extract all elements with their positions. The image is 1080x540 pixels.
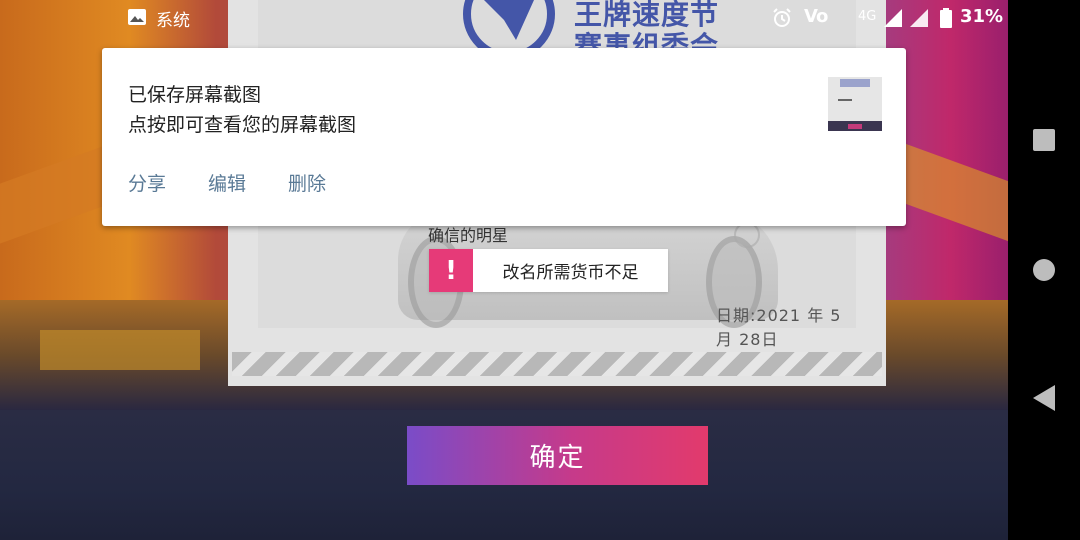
- volte-indicator: Vo: [804, 6, 828, 27]
- edit-button[interactable]: 编辑: [208, 169, 246, 196]
- notification-actions: 分享 编辑 删除: [128, 169, 326, 196]
- recents-button[interactable]: [1008, 110, 1080, 170]
- status-bar: 系统 Vo 4G 31%: [0, 0, 1010, 36]
- screenshot-notification[interactable]: 已保存屏幕截图 点按即可查看您的屏幕截图 分享 编辑 删除: [102, 48, 906, 226]
- error-toast: ! 改名所需货币不足: [429, 249, 668, 292]
- signal-icon: [884, 9, 902, 27]
- certificate-date: 日期:2021 年 5月 28日: [716, 306, 842, 349]
- confirm-button[interactable]: 确定: [407, 426, 708, 485]
- status-app-name: 系统: [156, 11, 190, 31]
- home-icon: [1033, 259, 1055, 281]
- image-icon: [128, 9, 146, 25]
- network-type: 4G: [858, 9, 877, 24]
- warning-icon: !: [429, 249, 473, 292]
- battery-percent: 31%: [960, 6, 1004, 27]
- delete-button[interactable]: 删除: [288, 169, 326, 196]
- battery-icon: [940, 8, 952, 28]
- back-icon: [1033, 385, 1055, 411]
- signal-icon: [910, 9, 928, 27]
- toast-message: 改名所需货币不足: [502, 263, 639, 283]
- share-button[interactable]: 分享: [128, 169, 166, 196]
- back-button[interactable]: [1008, 368, 1080, 428]
- alarm-icon: [773, 8, 791, 27]
- home-button[interactable]: [1008, 240, 1080, 300]
- background-stripe: [40, 330, 200, 370]
- thumbnail-line: [838, 99, 852, 101]
- hazard-stripe: [232, 352, 882, 376]
- navigation-bar: [1008, 0, 1080, 540]
- recents-icon: [1033, 129, 1055, 151]
- notification-title: 已保存屏幕截图: [128, 84, 262, 106]
- screenshot-thumbnail[interactable]: [828, 77, 882, 131]
- thumbnail-button: [848, 124, 862, 129]
- thumbnail-logo: [840, 79, 870, 87]
- notification-body: 点按即可查看您的屏幕截图: [128, 114, 357, 136]
